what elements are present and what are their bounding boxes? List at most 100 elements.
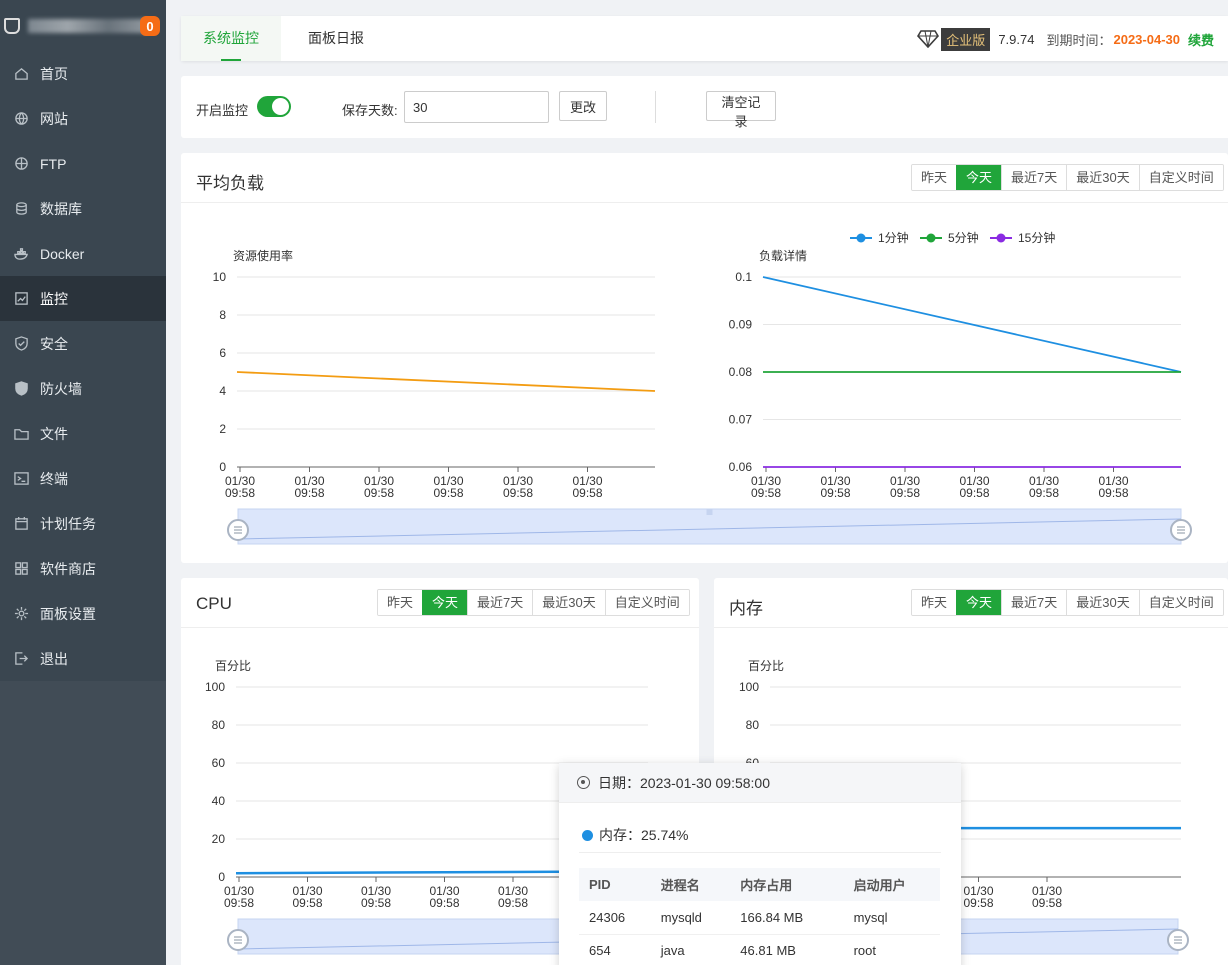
sidebar-item-logout[interactable]: 退出 (0, 636, 166, 681)
sidebar-item-home[interactable]: 首页 (0, 51, 166, 96)
gear-icon (13, 606, 29, 622)
range-option[interactable]: 昨天 (912, 590, 957, 615)
sidebar-item-label: Docker (40, 245, 85, 262)
range-option[interactable]: 自定义时间 (1138, 590, 1223, 615)
table-cell: 24306 (579, 901, 651, 935)
tab-system-monitor[interactable]: 系统监控 (181, 16, 281, 61)
save-days-input[interactable] (404, 91, 549, 123)
range-option[interactable]: 最近7天 (1001, 165, 1067, 190)
divider (655, 91, 656, 123)
sidebar-item-label: 首页 (40, 65, 68, 82)
folder-icon (13, 426, 29, 442)
logout-icon (13, 651, 29, 667)
sidebar-item-label: 网站 (40, 110, 68, 127)
table-cell: 46.81 MB (730, 934, 844, 965)
clock-icon (577, 776, 590, 789)
version-number: 7.9.74 (998, 31, 1035, 47)
tooltip-memory: 内存： 25.74% (582, 825, 688, 845)
sidebar-item-shield[interactable]: 安全 (0, 321, 166, 366)
divider (181, 627, 699, 628)
sidebar-item-label: FTP (40, 155, 67, 172)
sidebar-item-calendar[interactable]: 计划任务 (0, 501, 166, 546)
shield-icon (13, 336, 29, 352)
table-row: 654 java 46.81 MB root (579, 934, 940, 965)
range-option[interactable]: 最近30天 (532, 590, 605, 615)
table-cell: mysqld (650, 901, 731, 935)
load-average-panel: 平均负载 昨天 今天 最近7天 最近30天 自定义时间 (181, 153, 1228, 563)
save-days-label: 保存天数: (342, 103, 398, 118)
database-icon (13, 201, 29, 217)
clear-records-button[interactable]: 清空记录 (706, 91, 776, 129)
process-table: PID 进程名 内存占用 启动用户 24306 mysqld 166.84 MB mysql… (579, 868, 940, 965)
sidebar-item-label: 防火墙 (40, 380, 82, 397)
series-dot (582, 829, 593, 841)
apps-icon (13, 561, 29, 577)
sidebar-menu: 0 首页网站 FTP 数据库 Docker 监控 安全防火墙文件终端计划任务软件商店面板设… (0, 0, 166, 681)
range-option[interactable]: 今天 (956, 590, 1002, 615)
memory-tooltip: 日期： 2023-01-30 09:58:00 内存： 25.74% PID 进程… (559, 763, 961, 965)
sidebar-item-firewall[interactable]: 防火墙 (0, 366, 166, 411)
divider (714, 627, 1228, 628)
column-header: 内存占用 (730, 868, 844, 901)
sidebar-item-label: 计划任务 (40, 515, 96, 532)
monitor-toggle[interactable] (257, 96, 291, 117)
tooltip-date: 2023-01-30 09:58:00 (640, 774, 770, 791)
tab-panel-daily-report[interactable]: 面板日报 (308, 16, 364, 61)
range-option[interactable]: 最近30天 (1066, 590, 1139, 615)
sidebar-item-apps[interactable]: 软件商店 (0, 546, 166, 591)
range-option[interactable]: 自定义时间 (1138, 165, 1223, 190)
memory-range-selector: 昨天 今天 最近7天 最近30天 自定义时间 (911, 589, 1224, 616)
range-option[interactable]: 今天 (422, 590, 468, 615)
sidebar-nav: 首页网站 FTP 数据库 Docker 监控 安全防火墙文件终端计划任务软件商店面板设置退… (0, 51, 166, 681)
table-cell: java (650, 934, 731, 965)
sidebar-item-folder[interactable]: 文件 (0, 411, 166, 456)
monitor-settings-bar: 开启监控 保存天数: 更改 清空记录 (181, 76, 1228, 138)
table-cell: mysql (843, 901, 940, 935)
diamond-icon (917, 30, 940, 48)
sidebar-item-label: 退出 (40, 650, 68, 667)
table-cell: 166.84 MB (730, 901, 844, 935)
divider (181, 202, 1228, 203)
range-option[interactable]: 最近7天 (467, 590, 533, 615)
home-icon (13, 66, 29, 82)
tooltip-memory-value: 25.74% (641, 827, 689, 843)
change-button[interactable]: 更改 (559, 91, 608, 121)
monitor-toggle-label: 开启监控 (196, 103, 249, 118)
monitor-icon (13, 291, 29, 307)
range-option[interactable]: 自定义时间 (604, 590, 689, 615)
top-tab-bar: 系统监控 面板日报 企业版 7.9.74 到期时间： 2023-04-30 续费 (181, 16, 1228, 61)
tooltip-date-label: 日期： (598, 774, 640, 791)
sidebar: 0 首页网站 FTP 数据库 Docker 监控 安全防火墙文件终端计划任务软件商店面板设… (0, 0, 166, 965)
sidebar-item-monitor[interactable]: 监控 (0, 276, 166, 321)
docker-icon (13, 246, 29, 262)
table-cell: 654 (579, 934, 651, 965)
edition-badge: 企业版 (941, 27, 991, 51)
range-option[interactable]: 昨天 (912, 165, 957, 190)
column-header: 进程名 (650, 868, 731, 901)
notification-badge[interactable]: 0 (140, 16, 160, 36)
sidebar-item-ftp[interactable]: FTP (0, 141, 166, 186)
sidebar-item-globe[interactable]: 网站 (0, 96, 166, 141)
table-cell: root (843, 934, 940, 965)
panel-title: CPU (196, 594, 232, 613)
load-range-selector: 昨天 今天 最近7天 最近30天 自定义时间 (911, 164, 1224, 191)
range-option[interactable]: 最近7天 (1001, 590, 1067, 615)
sidebar-item-gear[interactable]: 面板设置 (0, 591, 166, 636)
expire-label: 到期时间： (1046, 32, 1112, 48)
firewall-icon (13, 381, 29, 397)
sidebar-item-label: 面板设置 (40, 605, 96, 622)
range-option[interactable]: 昨天 (378, 590, 423, 615)
range-option[interactable]: 最近30天 (1066, 165, 1139, 190)
renew-link[interactable]: 续费 (1188, 30, 1214, 49)
expire-date: 2023-04-30 (1113, 31, 1180, 47)
blurred-host-name (28, 18, 148, 33)
version-info: 企业版 7.9.74 到期时间： 2023-04-30 续费 (917, 27, 1214, 51)
sidebar-item-database[interactable]: 数据库 (0, 186, 166, 231)
sidebar-item-label: 数据库 (40, 200, 82, 217)
tooltip-header: 日期： 2023-01-30 09:58:00 (559, 763, 961, 803)
sidebar-item-terminal[interactable]: 终端 (0, 456, 166, 501)
range-option[interactable]: 今天 (956, 165, 1002, 190)
ftp-icon (13, 156, 29, 172)
sidebar-item-label: 终端 (40, 470, 68, 487)
sidebar-item-docker[interactable]: Docker (0, 231, 166, 276)
